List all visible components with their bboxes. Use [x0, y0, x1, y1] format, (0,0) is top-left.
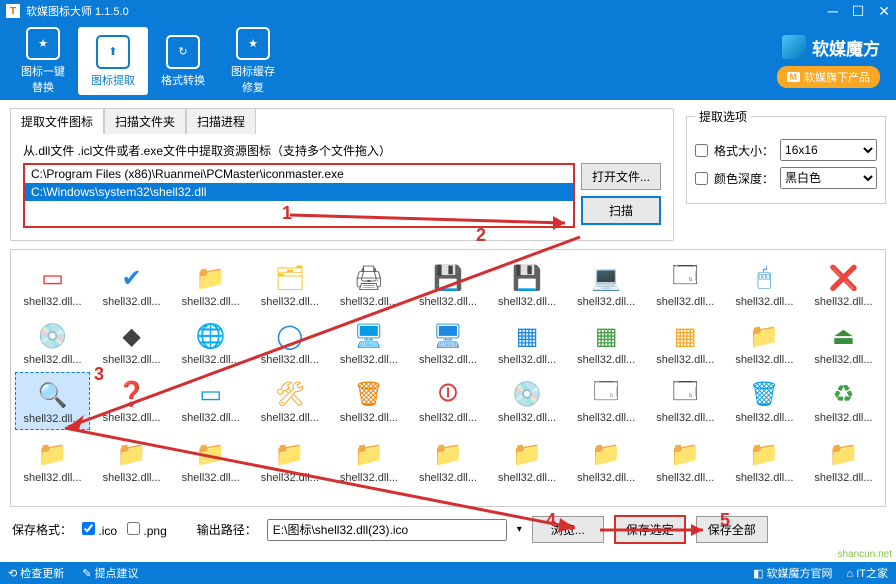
brand-logo[interactable]: 软媒魔方	[782, 35, 880, 60]
file-icon: 📁	[746, 318, 782, 354]
depth-select[interactable]: 黑白色	[780, 167, 877, 189]
depth-checkbox[interactable]	[695, 172, 708, 185]
file-icon: ⏏	[825, 318, 861, 354]
icon-item[interactable]: ♻shell32.dll...	[806, 372, 881, 430]
tool-convert[interactable]: ↻格式转换	[148, 27, 218, 95]
icon-label: shell32.dll...	[656, 296, 714, 308]
file-icon: 📁	[667, 436, 703, 472]
icon-item[interactable]: ❌shell32.dll...	[806, 256, 881, 312]
check-update[interactable]: ⟲ 检查更新	[8, 565, 64, 581]
arrow-4-5	[595, 520, 715, 540]
arrow-3-4	[60, 420, 590, 540]
icon-label: shell32.dll...	[814, 354, 872, 366]
tool-replace[interactable]: ★图标一键 替换	[8, 27, 78, 95]
file-icon: 💻	[588, 260, 624, 296]
size-select[interactable]: 16x16	[780, 139, 877, 161]
icon-label: shell32.dll...	[814, 296, 872, 308]
file-icon: 🗔	[667, 376, 703, 412]
annotation-2: 2	[476, 225, 486, 246]
tool-repair[interactable]: ★图标缓存 修复	[218, 27, 288, 95]
close-button[interactable]: ✕	[878, 3, 890, 20]
file-icon: 📁	[746, 436, 782, 472]
annotation-3: 3	[94, 364, 104, 385]
icon-item[interactable]: ⏏shell32.dll...	[806, 314, 881, 370]
icon-label: shell32.dll...	[814, 472, 872, 484]
icon-label: shell32.dll...	[735, 296, 793, 308]
options-panel: 提取选项 格式大小： 16x16 颜色深度： 黑白色	[686, 108, 886, 204]
icon-label: shell32.dll...	[656, 472, 714, 484]
scan-button[interactable]: 扫描	[581, 196, 661, 225]
file-icon: ▦	[588, 318, 624, 354]
minimize-button[interactable]: ─	[828, 3, 838, 20]
icon-item[interactable]: 🗔shell32.dll...	[648, 256, 723, 312]
file-row[interactable]: C:\Program Files (x86)\Ruanmei\PCMaster\…	[25, 165, 573, 183]
icon-item[interactable]: 🖱shell32.dll...	[727, 256, 802, 312]
annotation-1: 1	[282, 203, 292, 224]
ithome-site[interactable]: ⌂ IT之家	[847, 565, 888, 581]
hint-text: 从.dll文件 .icl文件或者.exe文件中提取资源图标（支持多个文件拖入）	[23, 142, 661, 159]
annotation-5: 5	[720, 510, 730, 531]
file-icon: 📁	[825, 436, 861, 472]
icon-label: shell32.dll...	[656, 354, 714, 366]
app-icon: T	[6, 4, 20, 18]
tool-extract[interactable]: ⬆图标提取	[78, 27, 148, 95]
feedback[interactable]: ✎ 提点建议	[82, 565, 138, 581]
size-checkbox[interactable]	[695, 144, 708, 157]
icon-label: shell32.dll...	[656, 412, 714, 424]
icon-item[interactable]: 📁shell32.dll...	[727, 314, 802, 370]
icon-label: shell32.dll...	[735, 412, 793, 424]
icon-label: shell32.dll...	[735, 354, 793, 366]
file-icon: ❌	[825, 260, 861, 296]
file-icon: 🗑	[746, 376, 782, 412]
file-icon: 📁	[588, 436, 624, 472]
open-file-button[interactable]: 打开文件...	[581, 163, 661, 190]
icon-label: shell32.dll...	[814, 412, 872, 424]
watermark: shancun.net	[838, 549, 893, 560]
tab-extract-file[interactable]: 提取文件图标	[10, 108, 104, 134]
file-icon: 🗔	[588, 376, 624, 412]
file-icon: ▦	[667, 318, 703, 354]
file-icon: 🗔	[667, 260, 703, 296]
icon-label: shell32.dll...	[735, 472, 793, 484]
official-site[interactable]: ◧ 软媒魔方官网	[753, 565, 832, 581]
icon-item[interactable]: 📁shell32.dll...	[806, 432, 881, 488]
brand-badge[interactable]: 软媒旗下产品	[777, 66, 881, 88]
icon-item[interactable]: ▦shell32.dll...	[648, 314, 723, 370]
arrow-1-2	[280, 195, 580, 235]
icon-item[interactable]: 📁shell32.dll...	[648, 432, 723, 488]
tab-scan-folder[interactable]: 扫描文件夹	[104, 108, 186, 134]
tab-scan-process[interactable]: 扫描进程	[186, 108, 256, 134]
window-title: 软媒图标大师 1.1.5.0	[26, 3, 129, 19]
arrow-2-3	[50, 232, 590, 442]
file-icon: 🖱	[746, 260, 782, 296]
annotation-4: 4	[546, 510, 556, 531]
maximize-button[interactable]: ☐	[852, 3, 865, 20]
file-icon: ♻	[825, 376, 861, 412]
icon-item[interactable]: 📁shell32.dll...	[727, 432, 802, 488]
icon-item[interactable]: 🗑shell32.dll...	[727, 372, 802, 430]
icon-item[interactable]: 🗔shell32.dll...	[648, 372, 723, 430]
